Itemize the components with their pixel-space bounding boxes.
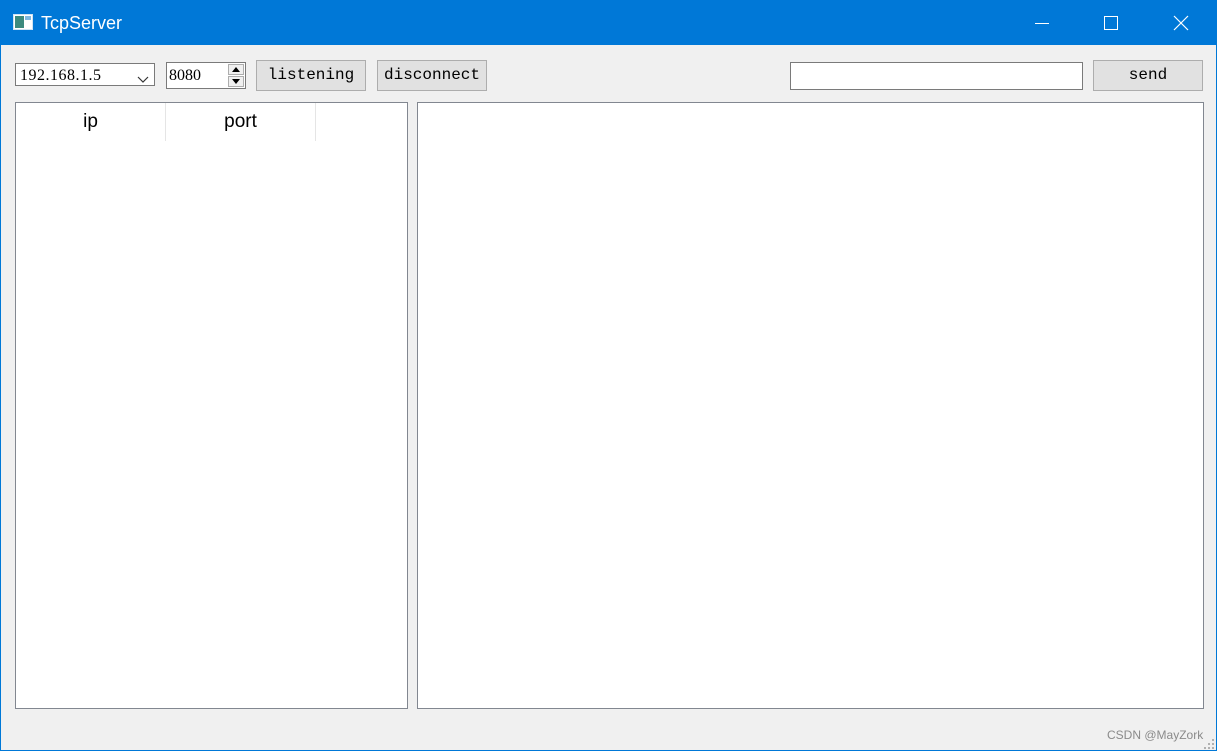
port-spinbox[interactable]: 8080 xyxy=(166,62,246,89)
maximize-icon xyxy=(1104,16,1118,30)
title-bar[interactable]: TcpServer xyxy=(1,1,1216,45)
port-value: 8080 xyxy=(169,67,201,84)
minimize-button[interactable] xyxy=(1007,1,1077,45)
arrow-down-icon xyxy=(232,79,240,84)
chevron-down-icon xyxy=(137,71,149,89)
send-message-input[interactable] xyxy=(790,62,1083,90)
ip-address-select[interactable]: 192.168.1.5 xyxy=(15,63,155,86)
window-title: TcpServer xyxy=(41,13,123,33)
message-display-area[interactable] xyxy=(417,102,1204,709)
close-button[interactable] xyxy=(1146,1,1216,45)
minimize-icon xyxy=(1035,23,1049,24)
arrow-up-icon xyxy=(232,67,240,72)
maximize-button[interactable] xyxy=(1076,1,1146,45)
close-icon xyxy=(1173,15,1189,31)
listening-button[interactable]: listening xyxy=(256,60,366,91)
ip-address-value: 192.168.1.5 xyxy=(20,67,102,84)
tcpserver-window: TcpServer 192.168.1.5 8080 listening dis… xyxy=(0,0,1217,751)
client-table[interactable]: ip port xyxy=(15,102,408,709)
port-decrement-button[interactable] xyxy=(228,76,244,87)
column-header-port[interactable]: port xyxy=(166,103,316,141)
send-button[interactable]: send xyxy=(1093,60,1203,91)
port-increment-button[interactable] xyxy=(228,64,244,75)
disconnect-button[interactable]: disconnect xyxy=(377,60,487,91)
watermark-text: CSDN @MayZork xyxy=(1107,728,1204,742)
app-icon xyxy=(13,14,33,30)
resize-grip-icon[interactable] xyxy=(1203,737,1215,749)
column-header-ip[interactable]: ip xyxy=(16,103,166,141)
